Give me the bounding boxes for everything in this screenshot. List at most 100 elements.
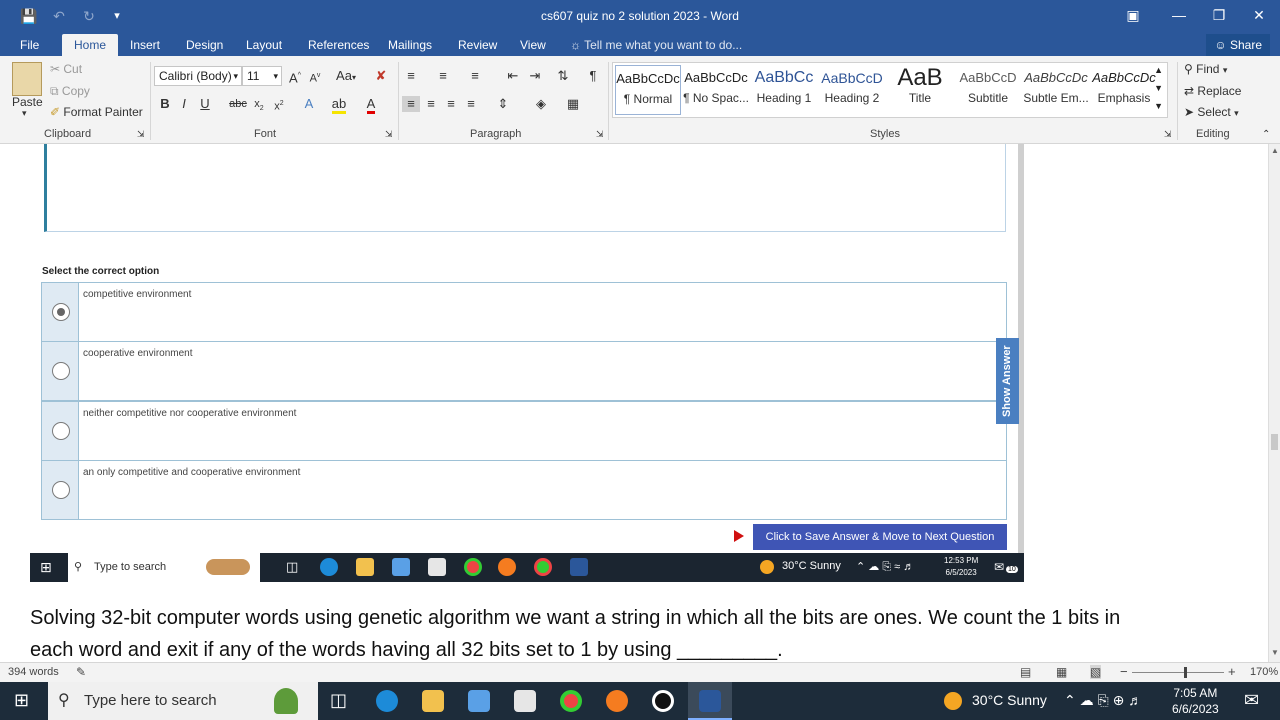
borders-icon[interactable]: ▦: [564, 96, 582, 112]
subscript-icon[interactable]: x2: [250, 96, 268, 117]
ribbon-display-icon[interactable]: ▣: [1110, 0, 1156, 32]
multilevel-list-icon[interactable]: ≡: [466, 68, 484, 84]
clear-formatting-icon[interactable]: ✘: [372, 68, 390, 84]
style-emphasis[interactable]: AaBbCcDc Emphasis: [1091, 65, 1157, 115]
windows-logo-icon[interactable]: ⊞: [14, 690, 29, 711]
folder-icon[interactable]: [422, 690, 444, 712]
numbering-icon[interactable]: ≡: [434, 68, 452, 84]
taskbar-clock[interactable]: 7:05 AM 6/6/2023: [1172, 685, 1219, 717]
font-launcher-icon[interactable]: ⇲: [385, 129, 393, 140]
underline-icon[interactable]: U: [196, 96, 214, 112]
align-right-icon[interactable]: ≡: [442, 96, 460, 112]
pilcrow-icon[interactable]: ¶: [584, 68, 602, 84]
shrink-font-icon[interactable]: Av: [306, 68, 324, 87]
shading-icon[interactable]: ◈: [532, 96, 550, 112]
close-icon[interactable]: ✕: [1236, 0, 1280, 32]
paste-button[interactable]: Paste: [12, 95, 43, 109]
style-subtitle[interactable]: AaBbCcD Subtitle: [955, 65, 1021, 115]
align-center-icon[interactable]: ≡: [422, 96, 440, 112]
paste-icon[interactable]: [12, 62, 42, 96]
tell-me-box[interactable]: ☼ Tell me what you want to do...: [570, 34, 742, 56]
task-view-icon[interactable]: ◫: [330, 690, 347, 711]
option-row[interactable]: competitive environment: [41, 282, 1007, 342]
increase-indent-icon[interactable]: ⇥: [526, 68, 544, 84]
zoom-thumb[interactable]: [1184, 667, 1187, 678]
tab-mailings[interactable]: Mailings: [380, 34, 440, 56]
line-spacing-icon[interactable]: ⇕: [494, 96, 512, 112]
scroll-up-icon[interactable]: ▲: [1271, 146, 1279, 155]
tab-review[interactable]: Review: [450, 34, 505, 56]
firefox-icon[interactable]: [606, 690, 628, 712]
document-paragraph[interactable]: Solving 32-bit computer words using gene…: [30, 602, 1230, 666]
replace-button[interactable]: ⇄ Replace: [1184, 84, 1241, 98]
taskbar-weather[interactable]: 30°C Sunny: [972, 692, 1047, 708]
paragraph-launcher-icon[interactable]: ⇲: [596, 129, 604, 140]
word-count[interactable]: 394 words: [8, 666, 59, 678]
edge-icon[interactable]: [376, 690, 398, 712]
record-icon[interactable]: [652, 690, 674, 712]
cut-button[interactable]: ✂ Cut: [50, 62, 82, 76]
vertical-scrollbar[interactable]: ▲ ▼: [1268, 144, 1280, 662]
decrease-indent-icon[interactable]: ⇤: [504, 68, 522, 84]
styles-more-icon[interactable]: ▼: [1154, 101, 1163, 111]
clipboard-launcher-icon[interactable]: ⇲: [137, 129, 145, 140]
text-effects-icon[interactable]: A: [300, 96, 318, 112]
proofing-icon[interactable]: ✎: [76, 665, 86, 679]
notification-icon[interactable]: ✉: [1244, 690, 1259, 711]
share-button[interactable]: ☺ Share: [1206, 34, 1270, 56]
align-left-icon[interactable]: ≡: [402, 96, 420, 112]
word-taskbar-button[interactable]: [688, 682, 732, 720]
format-painter-button[interactable]: ✐ Format Painter: [50, 105, 143, 119]
radio-unselected[interactable]: [52, 422, 70, 440]
justify-icon[interactable]: ≡: [462, 96, 480, 112]
grow-font-icon[interactable]: A^: [286, 68, 304, 86]
change-case-icon[interactable]: Aa▾: [334, 68, 358, 86]
copy-button[interactable]: ⧉ Copy: [50, 84, 90, 99]
highlight-icon[interactable]: ab: [330, 96, 348, 114]
radio-unselected[interactable]: [52, 362, 70, 380]
style-subtle-emphasis[interactable]: AaBbCcDc Subtle Em...: [1023, 65, 1089, 115]
bullets-icon[interactable]: ≡: [402, 68, 420, 84]
scroll-thumb[interactable]: [1271, 434, 1278, 450]
web-layout-icon[interactable]: ▧: [1090, 665, 1102, 679]
sort-icon[interactable]: ⇅: [554, 68, 572, 84]
style-heading-1[interactable]: AaBbCc Heading 1: [751, 65, 817, 115]
radio-unselected[interactable]: [52, 481, 70, 499]
option-row[interactable]: neither competitive nor cooperative envi…: [41, 401, 1007, 461]
tab-home[interactable]: Home: [62, 34, 118, 56]
style-normal[interactable]: AaBbCcDc ¶ Normal: [615, 65, 681, 115]
taskbar-search[interactable]: ⚲ Type here to search: [48, 682, 318, 720]
styles-launcher-icon[interactable]: ⇲: [1164, 129, 1172, 140]
font-color-icon[interactable]: A: [362, 96, 380, 114]
paste-dropdown-icon[interactable]: ▾: [22, 108, 27, 119]
collapse-ribbon-icon[interactable]: ⌃: [1262, 129, 1270, 140]
zoom-slider[interactable]: [1132, 672, 1224, 673]
superscript-icon[interactable]: x2: [270, 96, 288, 115]
chrome-icon[interactable]: [560, 690, 582, 712]
font-size-select[interactable]: 11 ▾: [242, 66, 282, 86]
print-layout-icon[interactable]: ▦: [1056, 665, 1067, 679]
select-button[interactable]: ➤ Select ▾: [1184, 105, 1239, 119]
zoom-out-icon[interactable]: −: [1120, 664, 1128, 679]
option-row[interactable]: cooperative environment: [41, 341, 1007, 401]
font-family-select[interactable]: Calibri (Body) ▾: [154, 66, 242, 86]
mail-icon[interactable]: [514, 690, 536, 712]
tab-references[interactable]: References: [300, 34, 377, 56]
tray-icons[interactable]: ⌃ ☁ ⎘ ⊕ ♬: [1064, 692, 1142, 709]
tab-file[interactable]: File: [12, 34, 47, 56]
zoom-in-icon[interactable]: +: [1228, 664, 1236, 679]
tab-layout[interactable]: Layout: [238, 34, 290, 56]
italic-icon[interactable]: I: [175, 96, 193, 112]
tab-design[interactable]: Design: [178, 34, 231, 56]
zoom-level[interactable]: 170%: [1250, 666, 1278, 678]
strikethrough-icon[interactable]: abc: [228, 96, 248, 112]
read-mode-icon[interactable]: ▤: [1020, 665, 1031, 679]
store-icon[interactable]: [468, 690, 490, 712]
style-title[interactable]: AaB Title: [887, 65, 953, 115]
find-button[interactable]: ⚲ Find ▾: [1184, 62, 1227, 76]
styles-scroll-down-icon[interactable]: ▼: [1154, 83, 1163, 93]
tab-insert[interactable]: Insert: [122, 34, 168, 56]
styles-scroll-up-icon[interactable]: ▲: [1154, 65, 1163, 75]
style-heading-2[interactable]: AaBbCcD Heading 2: [819, 65, 885, 115]
scroll-down-icon[interactable]: ▼: [1271, 648, 1279, 657]
